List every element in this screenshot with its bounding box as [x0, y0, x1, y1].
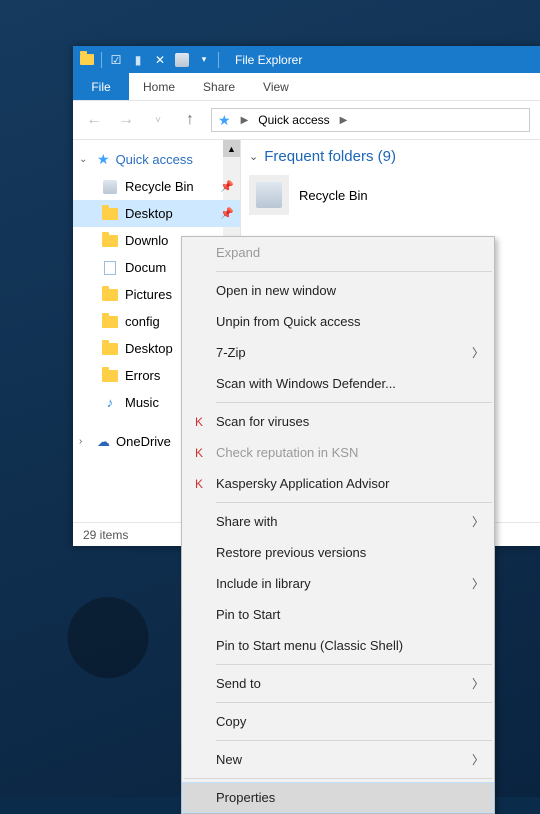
back-button[interactable]: ← — [83, 109, 105, 131]
folder-icon — [102, 289, 118, 301]
nav-label: Music — [125, 395, 159, 410]
folder-icon — [102, 370, 118, 382]
tab-share[interactable]: Share — [189, 73, 249, 100]
menu-copy[interactable]: Copy — [182, 706, 494, 737]
submenu-arrow-icon: 〉 — [472, 513, 484, 530]
nav-label: Downlo — [125, 233, 168, 248]
menu-restore-versions[interactable]: Restore previous versions — [182, 537, 494, 568]
quick-access-star-icon: ★ — [218, 112, 231, 129]
menu-open-new-window[interactable]: Open in new window — [182, 275, 494, 306]
forward-button: → — [115, 109, 137, 131]
kaspersky-shield-icon: K — [190, 446, 208, 460]
menu-unpin-quick-access[interactable]: Unpin from Quick access — [182, 306, 494, 337]
menu-scan-viruses[interactable]: KScan for viruses — [182, 406, 494, 437]
nav-label: Errors — [125, 368, 160, 383]
recycle-bin-icon — [103, 180, 117, 194]
nav-label: config — [125, 314, 160, 329]
star-icon: ★ — [97, 151, 110, 168]
explorer-icon — [79, 52, 95, 68]
pin-icon: 📌 — [220, 180, 234, 193]
menu-send-to[interactable]: Send to〉 — [182, 668, 494, 699]
nav-label: Quick access — [116, 152, 193, 167]
chevron-down-icon[interactable]: ⌄ — [249, 150, 258, 163]
nav-label: Desktop — [125, 341, 173, 356]
kaspersky-shield-icon: K — [190, 477, 208, 491]
nav-item-recyclebin[interactable]: Recycle Bin 📌 — [73, 173, 240, 200]
qat-recycle-icon[interactable] — [174, 52, 190, 68]
qat-newfolder-icon[interactable]: ▮ — [130, 52, 146, 68]
group-title: Frequent folders (9) — [264, 148, 396, 165]
folder-icon — [102, 343, 118, 355]
qat-delete-icon[interactable]: ✕ — [152, 52, 168, 68]
quick-access-toolbar: ☑ ▮ ✕ ▾ — [73, 52, 225, 68]
pin-icon: 📌 — [220, 207, 234, 220]
address-bar[interactable]: ★ ▶ Quick access ▶ — [211, 108, 530, 132]
address-row: ← → ˅ ↑ ★ ▶ Quick access ▶ — [73, 101, 540, 140]
onedrive-icon: ☁ — [97, 434, 110, 450]
tab-view[interactable]: View — [249, 73, 303, 100]
chevron-right-icon[interactable]: ▶ — [336, 115, 352, 126]
nav-label: Recycle Bin — [125, 179, 194, 194]
submenu-arrow-icon: 〉 — [472, 751, 484, 768]
title-bar[interactable]: ☑ ▮ ✕ ▾ File Explorer — [73, 46, 540, 73]
content-group-header[interactable]: ⌄ Frequent folders (9) — [249, 148, 532, 165]
nav-label: Desktop — [125, 206, 173, 221]
nav-label: Docum — [125, 260, 166, 275]
menu-check-reputation: KCheck reputation in KSN — [182, 437, 494, 468]
submenu-arrow-icon: 〉 — [472, 675, 484, 692]
menu-windows-defender[interactable]: Scan with Windows Defender... — [182, 368, 494, 399]
chevron-right-icon[interactable]: › — [79, 436, 91, 447]
recycle-bin-large-icon — [249, 175, 289, 215]
chevron-down-icon[interactable]: ⌄ — [79, 154, 91, 165]
nav-item-desktop[interactable]: Desktop 📌 — [73, 200, 240, 227]
recent-dropdown-icon[interactable]: ˅ — [147, 109, 169, 131]
folder-icon — [102, 316, 118, 328]
submenu-arrow-icon: 〉 — [472, 575, 484, 592]
document-icon — [104, 261, 116, 275]
breadcrumb-location[interactable]: Quick access — [252, 113, 335, 127]
menu-share-with[interactable]: Share with〉 — [182, 506, 494, 537]
item-name: Recycle Bin — [299, 188, 368, 203]
qat-properties-icon[interactable]: ☑ — [108, 52, 124, 68]
nav-label: OneDrive — [116, 434, 171, 449]
menu-7zip[interactable]: 7-Zip〉 — [182, 337, 494, 368]
kaspersky-shield-icon: K — [190, 415, 208, 429]
context-menu: Expand Open in new window Unpin from Qui… — [181, 236, 495, 814]
qat-dropdown-icon[interactable]: ▾ — [196, 52, 212, 68]
menu-pin-to-start[interactable]: Pin to Start — [182, 599, 494, 630]
menu-properties[interactable]: Properties — [182, 782, 494, 813]
status-text: 29 items — [83, 528, 128, 542]
menu-include-library[interactable]: Include in library〉 — [182, 568, 494, 599]
nav-label: Pictures — [125, 287, 172, 302]
up-button[interactable]: ↑ — [179, 109, 201, 131]
menu-pin-classic-shell[interactable]: Pin to Start menu (Classic Shell) — [182, 630, 494, 661]
menu-expand: Expand — [182, 237, 494, 268]
music-icon: ♪ — [101, 395, 119, 410]
file-tab[interactable]: File — [73, 73, 129, 100]
menu-kaspersky-advisor[interactable]: KKaspersky Application Advisor — [182, 468, 494, 499]
nav-quick-access[interactable]: ⌄ ★ Quick access — [73, 146, 240, 173]
chevron-right-icon[interactable]: ▶ — [237, 115, 253, 126]
tab-home[interactable]: Home — [129, 73, 189, 100]
submenu-arrow-icon: 〉 — [472, 344, 484, 361]
folder-icon — [102, 235, 118, 247]
window-title: File Explorer — [225, 53, 302, 67]
ribbon-tabs: File Home Share View — [73, 73, 540, 101]
menu-new[interactable]: New〉 — [182, 744, 494, 775]
content-item-recyclebin[interactable]: Recycle Bin — [249, 175, 532, 215]
folder-icon — [102, 208, 118, 220]
